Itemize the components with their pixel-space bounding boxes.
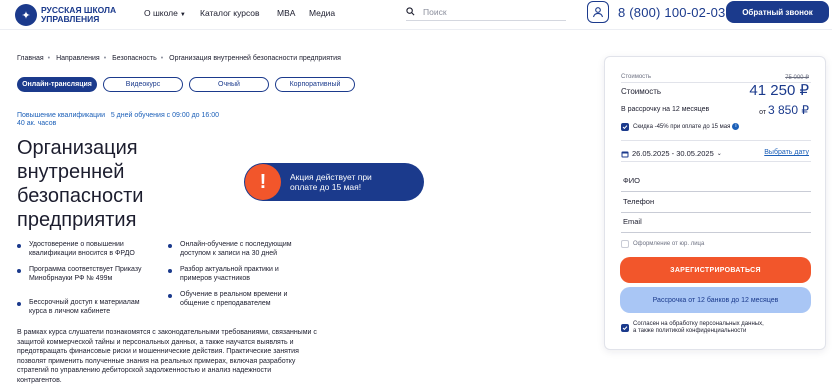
search-icon bbox=[406, 7, 415, 16]
course-description: В рамках курса слушатели познакомятся с … bbox=[17, 329, 317, 384]
format-tabs: Онлайн-трансляция Видеокурс Очный Корпор… bbox=[17, 77, 355, 92]
user-account-button[interactable] bbox=[587, 1, 609, 23]
chevron-down-icon: ⌄ bbox=[716, 151, 722, 157]
check-icon bbox=[622, 125, 628, 130]
nav-catalog[interactable]: Каталог курсов bbox=[200, 8, 260, 18]
info-icon[interactable]: i bbox=[732, 123, 740, 130]
feature-item: Удостоверение о повышении квалификации в… bbox=[17, 241, 157, 258]
logo-text: РУССКАЯ ШКОЛА УПРАВЛЕНИЯ bbox=[41, 5, 117, 24]
agree-checkbox[interactable] bbox=[621, 324, 629, 332]
installment-price: от 3 850 ₽ bbox=[759, 103, 809, 117]
calendar-icon bbox=[621, 151, 629, 157]
old-cost-label: Стоимость bbox=[621, 74, 652, 80]
name-field[interactable]: ФИО bbox=[621, 176, 811, 192]
cost-label: Стоимость bbox=[621, 87, 662, 96]
phone-field[interactable]: Телефон bbox=[621, 197, 811, 213]
site-header: ✦ РУССКАЯ ШКОЛА УПРАВЛЕНИЯ О школе ▼ Ката… bbox=[0, 0, 832, 30]
course-meta: Повышение квалификации 5 дней обучения с… bbox=[17, 112, 219, 120]
legal-entity-label: Оформление от юр. лица bbox=[633, 241, 705, 247]
feature-item: Разбор актуальной практики и примеров уч… bbox=[168, 266, 308, 283]
discount-text: Скидка -45% при оплате до 15 мая i bbox=[633, 123, 740, 130]
promo-banner: ! Акция действует при оплате до 15 мая! bbox=[244, 163, 424, 201]
old-price: 75 000 ₽ bbox=[785, 75, 809, 81]
check-icon bbox=[622, 326, 628, 331]
feature-item: Программа соответствует Приказу Минобрна… bbox=[17, 266, 157, 283]
tab-videocourse[interactable]: Видеокурс bbox=[103, 77, 183, 92]
tab-online[interactable]: Онлайн-трансляция bbox=[17, 77, 97, 92]
breadcrumb-directions[interactable]: Направления bbox=[56, 55, 100, 62]
course-schedule: 5 дней обучения с 09:00 до 16:00 bbox=[110, 112, 220, 119]
nav-about[interactable]: О школе ▼ bbox=[144, 8, 186, 18]
user-icon bbox=[592, 7, 604, 18]
chevron-down-icon: ▼ bbox=[179, 12, 186, 18]
breadcrumb: Главная • Направления • Безопасность • Орга… bbox=[17, 55, 341, 62]
agree-text: Согласен на обработку персональных данны… bbox=[633, 321, 764, 334]
page-title: Организация внутренней безопасности пред… bbox=[17, 137, 144, 231]
feature-item: Бессрочный доступ к материалам курса в л… bbox=[17, 299, 157, 316]
course-type: Повышение квалификации bbox=[17, 112, 105, 119]
date-selector[interactable]: 26.05.2025 - 30.05.2025 ⌄ bbox=[621, 149, 722, 158]
breadcrumb-current: Организация внутренней безопасности пред… bbox=[169, 55, 341, 62]
divider bbox=[621, 161, 811, 162]
phone-number[interactable]: 8 (800) 100-02-03 bbox=[618, 5, 725, 20]
logo-emblem-icon: ✦ bbox=[15, 4, 37, 26]
breadcrumb-security[interactable]: Безопасность bbox=[112, 55, 157, 62]
promo-text: Акция действует при оплате до 15 мая! bbox=[290, 172, 372, 192]
feature-item: Обучение в реальном времени и общение с … bbox=[168, 291, 308, 308]
search-input[interactable]: Поиск bbox=[406, 3, 566, 21]
price: 41 250 ₽ bbox=[749, 82, 809, 99]
pricing-card: Стоимость 75 000 ₽ Стоимость 41 250 ₽ В … bbox=[604, 56, 826, 350]
exclamation-icon: ! bbox=[245, 164, 281, 200]
nav-mba[interactable]: MBA bbox=[277, 8, 295, 18]
discount-checkbox[interactable] bbox=[621, 123, 629, 131]
feature-item: Онлайн-обучение с последующим доступом к… bbox=[168, 241, 308, 258]
breadcrumb-home[interactable]: Главная bbox=[17, 55, 44, 62]
logo[interactable]: ✦ РУССКАЯ ШКОЛА УПРАВЛЕНИЯ bbox=[15, 4, 131, 26]
register-button[interactable]: ЗАРЕГИСТРИРОВАТЬСЯ bbox=[620, 257, 811, 283]
choose-date-link[interactable]: Выбрать дату bbox=[764, 149, 809, 156]
nav-media[interactable]: Медиа bbox=[309, 8, 335, 18]
divider bbox=[621, 140, 811, 141]
tab-offline[interactable]: Очный bbox=[189, 77, 269, 92]
legal-entity-checkbox[interactable] bbox=[621, 240, 629, 248]
tab-corporate[interactable]: Корпоративный bbox=[275, 77, 355, 92]
email-field[interactable]: Email bbox=[621, 217, 811, 233]
search-placeholder: Поиск bbox=[423, 6, 447, 17]
installment-label: В рассрочку на 12 месяцев bbox=[621, 106, 710, 113]
callback-button[interactable]: Обратный звонок bbox=[726, 1, 829, 23]
bank-installment-button[interactable]: Рассрочка от 12 банков до 12 месяцев bbox=[620, 287, 811, 313]
course-hours: 40 ак. часов bbox=[17, 120, 57, 127]
dates-value: 26.05.2025 - 30.05.2025 bbox=[632, 149, 714, 158]
